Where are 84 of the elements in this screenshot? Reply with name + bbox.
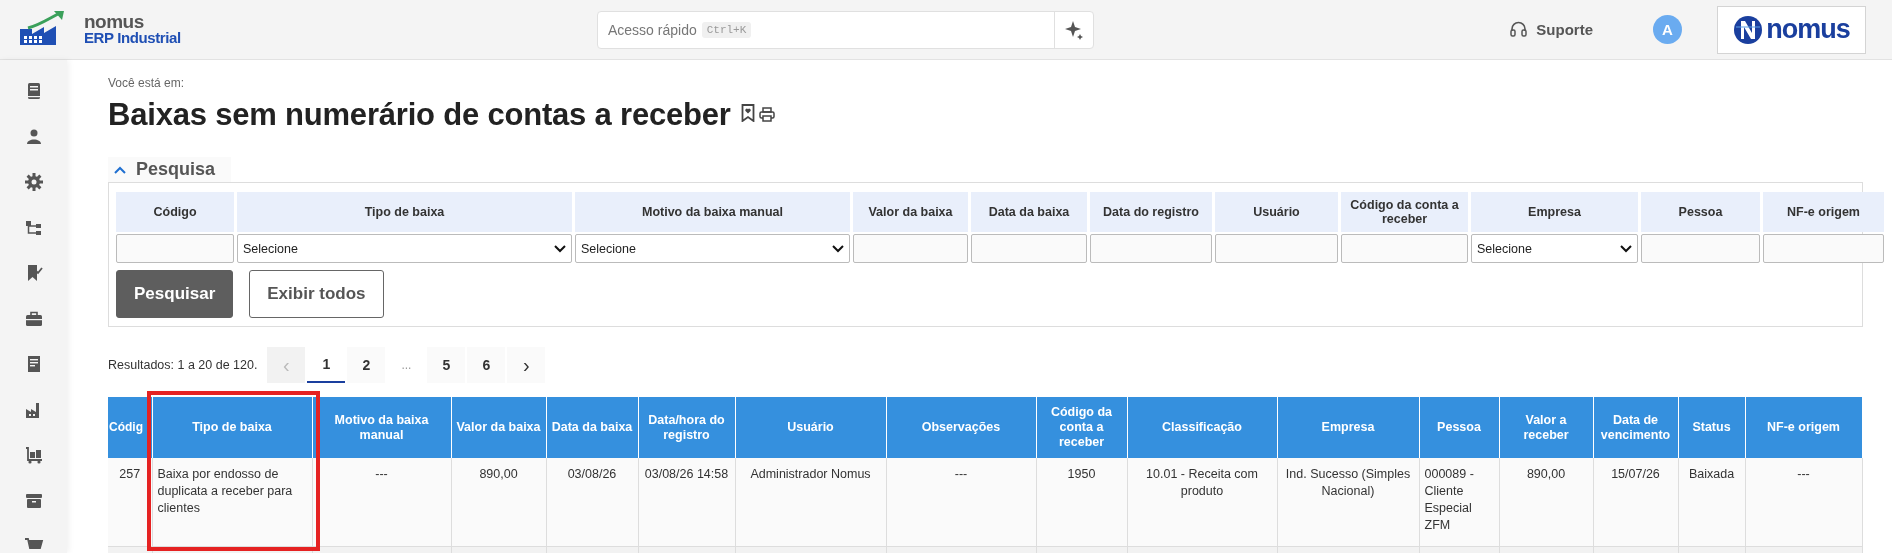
column-header[interactable]: Código da conta a receber (1036, 397, 1127, 458)
field-label: NF-e origem (1763, 192, 1884, 232)
next-page-button[interactable]: › (507, 347, 546, 383)
caret-icon (554, 244, 566, 253)
quick-access-placeholder: Acesso rápido (608, 21, 697, 38)
settings-icon[interactable] (23, 172, 44, 192)
logo-name: nomus (84, 13, 145, 30)
table-cell: Baixada (1678, 458, 1745, 547)
table-cell: 03/08/26 14:58 (638, 458, 735, 547)
cart-dolly-icon[interactable] (23, 445, 44, 465)
shortcut-key: Ctrl+K (701, 21, 752, 38)
breadcrumb-label: Você está em: (108, 76, 186, 90)
bookmark-heart-icon[interactable] (740, 104, 755, 122)
input-field[interactable] (116, 234, 234, 263)
sparkle-icon (1064, 19, 1084, 40)
column-header[interactable]: Data de vencimento (1593, 397, 1678, 458)
chevron-icon (114, 165, 126, 174)
search-section-toggle[interactable]: Pesquisa (108, 157, 232, 182)
column-header[interactable]: Tipo de baixa (152, 397, 312, 458)
print-icon[interactable] (759, 107, 776, 122)
field-label: Empresa (1471, 192, 1638, 232)
page-button[interactable]: 2 (347, 347, 386, 383)
table-cell: Ind. Sucesso (Simples Nacional) (1277, 458, 1419, 547)
user-avatar[interactable]: A (1653, 15, 1682, 44)
field-label: Usuário (1215, 192, 1338, 232)
column-header[interactable]: NF-e origem (1745, 397, 1862, 458)
input-field[interactable] (1215, 234, 1338, 263)
column-header[interactable]: Motivo da baixa manual (312, 397, 451, 458)
input-field[interactable] (1641, 234, 1760, 263)
field-label: Tipo de baixa (237, 192, 572, 232)
column-header[interactable]: Pessoa (1419, 397, 1499, 458)
select-field[interactable]: Selecione (1471, 234, 1638, 263)
table-cell: 257 (108, 458, 152, 547)
field-label: Data do registro (1090, 192, 1212, 232)
select-field[interactable]: Selecione (237, 234, 572, 263)
input-field[interactable] (1763, 234, 1884, 263)
table-cell: --- (886, 458, 1036, 547)
table-cell: 1950 (1036, 458, 1127, 547)
column-header[interactable]: Valor da baixa (451, 397, 546, 458)
table-cell: Administrador Nomus (735, 458, 886, 547)
table-cell: --- (1745, 458, 1862, 547)
field-label: Código (116, 192, 234, 232)
column-header[interactable]: Empresa (1277, 397, 1419, 458)
logo-subtitle: ERP Industrial (84, 29, 181, 46)
page-button[interactable]: 5 (427, 347, 466, 383)
input-field[interactable] (853, 234, 968, 263)
input-field[interactable] (1090, 234, 1212, 263)
column-header[interactable]: Data da baixa (546, 397, 638, 458)
table-cell: 10.01 - Receita com produto (1127, 458, 1277, 547)
pagination-ellipsis: ... (400, 357, 413, 374)
table-cell: 890,00 (451, 458, 546, 547)
caret-icon (832, 244, 844, 253)
field-label: Pessoa (1641, 192, 1760, 232)
input-field[interactable] (1341, 234, 1468, 263)
support-link[interactable]: Suporte (1510, 21, 1593, 38)
brand-logo: nomus (1717, 5, 1866, 54)
table-cell: --- (312, 458, 451, 547)
show-all-button[interactable]: Exibir todos (249, 270, 384, 318)
search-button[interactable]: Pesquisar (116, 270, 234, 318)
column-header[interactable]: Valor a receber (1499, 397, 1593, 458)
table-cell: 000089 - Cliente Especial ZFM (1419, 458, 1499, 547)
caret-icon (1620, 244, 1632, 253)
page-title: Baixas sem numerário de contas a receber (108, 97, 731, 133)
column-header[interactable]: Observações (886, 397, 1036, 458)
field-label: Data da baixa (971, 192, 1087, 232)
column-header[interactable]: Status (1678, 397, 1745, 458)
column-header[interactable]: Classificação (1127, 397, 1277, 458)
headset-icon (1510, 21, 1528, 38)
table-cell: 890,00 (1499, 458, 1593, 547)
select-field[interactable]: Selecione (575, 234, 850, 263)
field-label: Valor da baixa (853, 192, 968, 232)
results-summary: Resultados: 1 a 20 de 120. (108, 358, 258, 372)
input-field[interactable] (971, 234, 1087, 263)
brand-emblem-icon (1733, 14, 1764, 45)
column-header[interactable]: Códig (108, 397, 152, 458)
column-header[interactable]: Data/hora do registro (638, 397, 735, 458)
page-button[interactable]: 6 (467, 347, 506, 383)
quick-access-field[interactable]: Acesso rápido Ctrl+K (597, 10, 1094, 49)
field-label: Código da conta a receber (1341, 192, 1468, 232)
table-cell: Baixa por endosso de duplicata a receber para clientes (152, 458, 312, 547)
table-cell: 03/08/26 (546, 458, 638, 547)
field-label: Motivo da baixa manual (575, 192, 850, 232)
table-cell: 15/07/26 (1593, 458, 1678, 547)
column-header[interactable]: Usuário (735, 397, 886, 458)
